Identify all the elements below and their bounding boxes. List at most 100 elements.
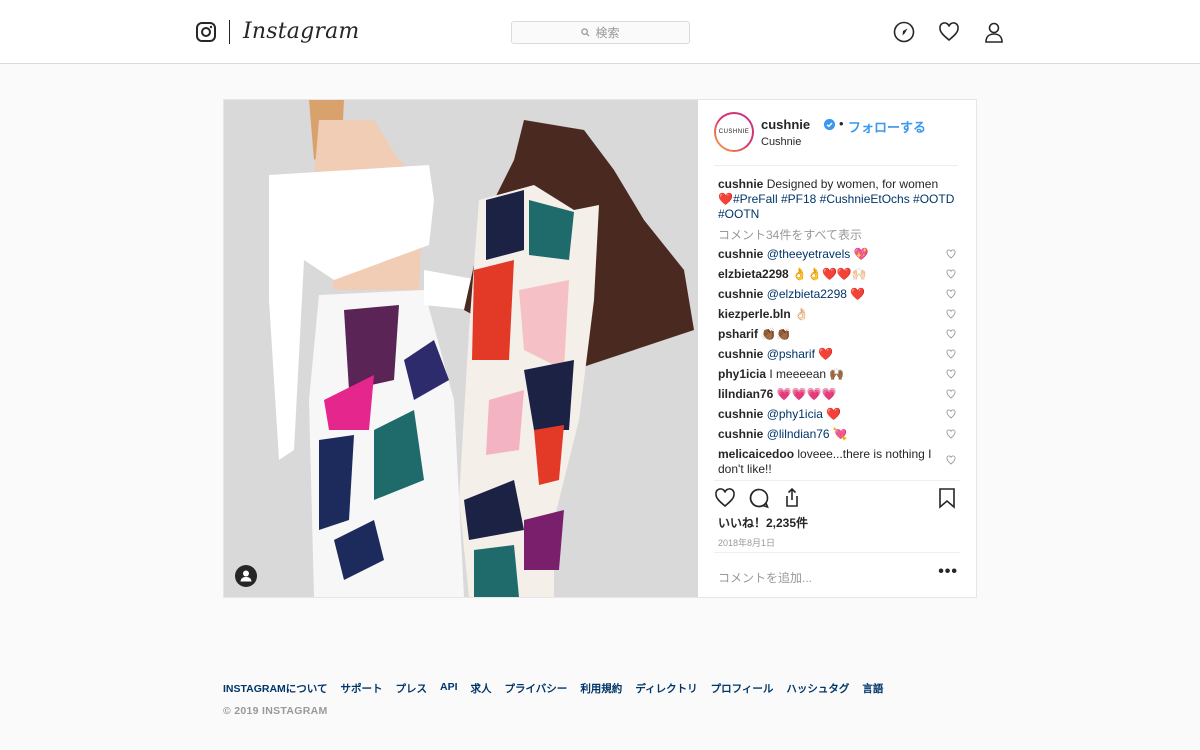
share-icon[interactable]	[781, 487, 803, 509]
comment-username[interactable]: cushnie	[718, 407, 763, 421]
comment-item: kiezperle.bln 👌🏻	[718, 307, 958, 327]
caption-text: Designed by women, for women	[766, 177, 939, 191]
footer-link-press[interactable]: プレス	[396, 681, 428, 696]
search-placeholder: 検索	[595, 26, 620, 40]
comment-text: ❤️	[822, 407, 842, 421]
comment-username[interactable]: cushnie	[718, 287, 763, 301]
instagram-camera-icon[interactable]	[196, 22, 216, 42]
comment-heart-icon[interactable]	[946, 349, 956, 359]
logo-divider	[229, 20, 230, 44]
comment-item: cushnie @phy1icia ❤️	[718, 407, 958, 427]
user-icon[interactable]	[983, 21, 1005, 43]
comment-item: elzbieta2298 👌👌❤️❤️🙌🏻	[718, 267, 958, 287]
caption-username[interactable]: cushnie	[718, 177, 763, 191]
post-location[interactable]: Cushnie	[761, 136, 801, 148]
search-input[interactable]: 検索	[511, 21, 690, 44]
comment-heart-icon[interactable]	[946, 289, 956, 299]
avatar-logo: CUSHNIE	[716, 114, 752, 150]
comment-icon[interactable]	[748, 487, 770, 509]
comment-item: psharif 👏🏾👏🏾	[718, 327, 958, 347]
comment-username[interactable]: cushnie	[718, 347, 763, 361]
comment-username[interactable]: elzbieta2298	[718, 267, 789, 281]
footer-link-api[interactable]: API	[440, 681, 458, 696]
comment-username[interactable]: cushnie	[718, 247, 763, 261]
comment-heart-icon[interactable]	[946, 269, 956, 279]
caption-hashtags[interactable]: #PreFall #PF18 #CushnieEtOchs #OOTD #OOT…	[718, 192, 954, 221]
comment-mention[interactable]: @elzbieta2298	[767, 287, 847, 301]
comment-heart-icon[interactable]	[946, 455, 956, 465]
comment-text: 💘	[829, 427, 848, 441]
comment-username[interactable]: kiezperle.bln	[718, 307, 791, 321]
post-caption: cushnie Designed by women, for women ❤️#…	[718, 177, 962, 222]
fashion-photo-illustration	[224, 100, 698, 597]
comment-mention[interactable]: @lilndian76	[767, 427, 830, 441]
footer-link-support[interactable]: サポート	[341, 681, 383, 696]
tag-user-icon[interactable]	[235, 565, 257, 587]
comment-username[interactable]: melicaicedoo	[718, 447, 794, 461]
comment-text: 👌👌❤️❤️🙌🏻	[792, 267, 867, 281]
more-options-icon[interactable]: •••	[938, 563, 958, 581]
comment-heart-icon[interactable]	[946, 429, 956, 439]
comment-item: cushnie @theeyetravels 💖	[718, 247, 958, 267]
post-actions	[714, 480, 960, 510]
comment-username[interactable]: psharif	[718, 327, 758, 341]
footer-link-jobs[interactable]: 求人	[471, 681, 492, 696]
comment-heart-icon[interactable]	[946, 309, 956, 319]
comment-username[interactable]: lilndian76	[718, 387, 773, 401]
footer-link-about[interactable]: INSTAGRAMについて	[223, 681, 328, 696]
add-comment-bar: コメントを追加... •••	[714, 552, 960, 597]
copyright: © 2019 INSTAGRAM	[223, 705, 328, 717]
top-nav: Instagram 検索	[0, 0, 1200, 64]
comment-heart-icon[interactable]	[946, 249, 956, 259]
comment-heart-icon[interactable]	[946, 329, 956, 339]
comment-item: lilndian76 💗💗💗💗	[718, 387, 958, 407]
comment-mention[interactable]: @theeyetravels	[767, 247, 851, 261]
post-header: CUSHNIE cushnie • フォローする Cushnie	[714, 110, 958, 166]
comment-username[interactable]: phy1icia	[718, 367, 766, 381]
footer-link-directory[interactable]: ディレクトリ	[635, 681, 697, 696]
comment-text: 👏🏾👏🏾	[761, 327, 792, 341]
footer-link-language[interactable]: 言語	[862, 681, 883, 696]
likes-count[interactable]: いいね！2,235件	[718, 514, 808, 531]
separator-dot: •	[839, 116, 844, 131]
comment-text: 💖	[850, 247, 869, 261]
comment-text: 💗💗💗💗	[776, 387, 837, 401]
compass-icon[interactable]	[893, 21, 915, 43]
comment-item: cushnie @lilndian76 💘	[718, 427, 958, 447]
comment-text: I meeeean 🙌🏾	[769, 367, 845, 381]
comment-text: ❤️	[846, 287, 866, 301]
comment-item: cushnie @elzbieta2298 ❤️	[718, 287, 958, 307]
footer-link-terms[interactable]: 利用規約	[580, 681, 622, 696]
post-username[interactable]: cushnie	[761, 117, 810, 132]
comment-item: phy1icia I meeeean 🙌🏾	[718, 367, 958, 387]
post-date[interactable]: 2018年8月1日	[718, 536, 775, 549]
footer-link-profiles[interactable]: プロフィール	[711, 681, 774, 696]
footer-link-privacy[interactable]: プライバシー	[505, 681, 568, 696]
post-sidebar: CUSHNIE cushnie • フォローする Cushnie cushnie…	[698, 100, 976, 597]
verified-badge-icon	[824, 119, 835, 130]
comment-heart-icon[interactable]	[946, 409, 956, 419]
comment-heart-icon[interactable]	[946, 389, 956, 399]
instagram-wordmark[interactable]: Instagram	[243, 19, 359, 44]
view-all-comments-link[interactable]: コメント34件をすべて表示	[718, 226, 862, 243]
comment-heart-icon[interactable]	[946, 369, 956, 379]
like-icon[interactable]	[714, 487, 736, 509]
footer-link-hashtags[interactable]: ハッシュタグ	[786, 681, 849, 696]
comment-text: 👌🏻	[794, 307, 809, 321]
comment-item: cushnie @psharif ❤️	[718, 347, 958, 367]
add-comment-input[interactable]: コメントを追加...	[718, 569, 812, 586]
post-photo[interactable]	[224, 100, 698, 597]
avatar[interactable]: CUSHNIE	[714, 112, 754, 152]
footer-links: INSTAGRAMについて サポート プレス API 求人 プライバシー 利用規…	[223, 681, 883, 696]
comment-username[interactable]: cushnie	[718, 427, 763, 441]
comment-mention[interactable]: @psharif	[767, 347, 815, 361]
follow-button[interactable]: フォローする	[848, 117, 926, 136]
caption-heart: ❤️	[718, 192, 733, 206]
person-glyph	[240, 570, 252, 582]
bookmark-icon[interactable]	[936, 487, 958, 509]
comments-list: cushnie @theeyetravels 💖 elzbieta2298 👌👌…	[718, 247, 958, 479]
comment-item: melicaicedoo loveee...there is nothing I…	[718, 447, 958, 479]
post-card: CUSHNIE cushnie • フォローする Cushnie cushnie…	[223, 99, 977, 598]
comment-mention[interactable]: @phy1icia	[767, 407, 823, 421]
heart-icon[interactable]	[938, 21, 960, 43]
